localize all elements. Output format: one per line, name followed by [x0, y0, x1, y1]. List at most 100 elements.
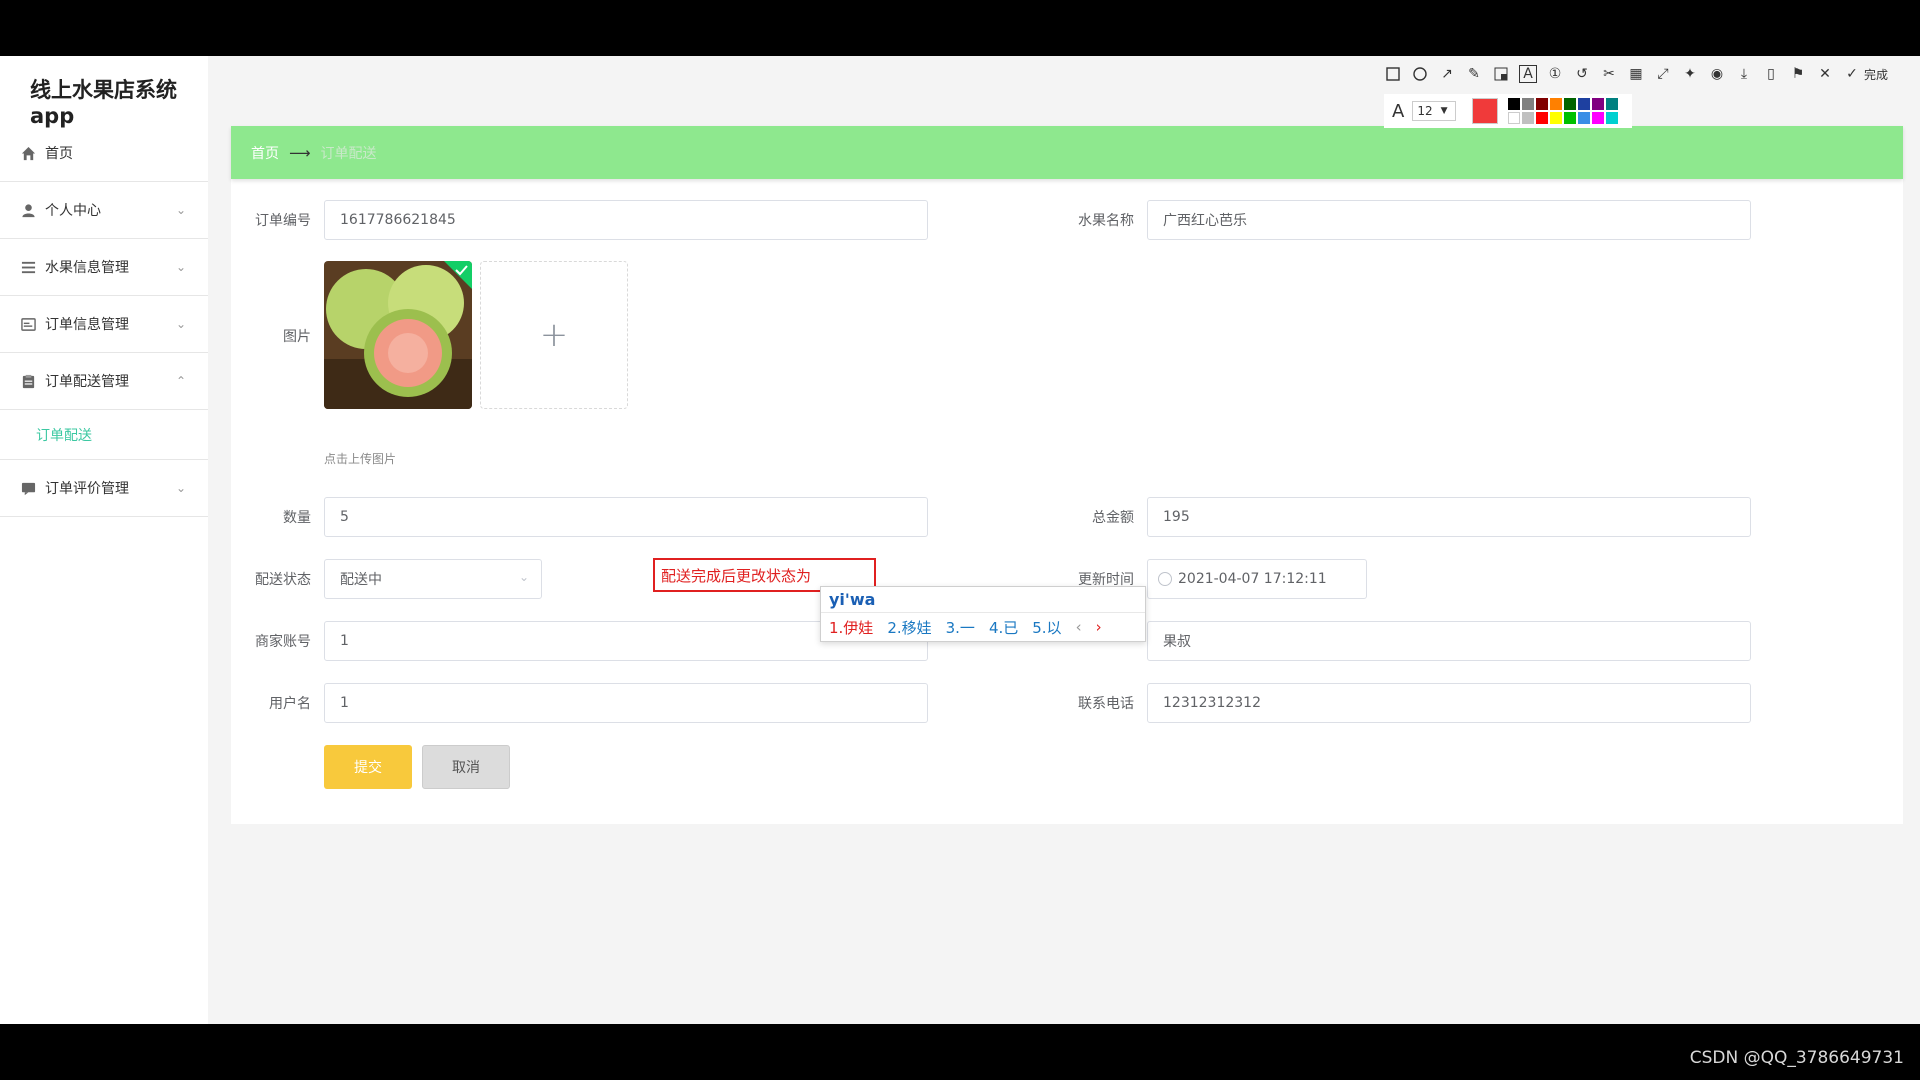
username-input[interactable]: 1: [324, 683, 928, 723]
color-swatch[interactable]: [1564, 112, 1577, 124]
clock-icon: [1158, 572, 1172, 586]
check-icon[interactable]: ✓: [1843, 65, 1861, 83]
font-size-select[interactable]: 12 ▼: [1412, 101, 1457, 121]
color-swatch[interactable]: [1536, 112, 1549, 124]
sidebar-subitem-label: 订单配送: [36, 427, 92, 444]
phone-input[interactable]: 12312312312: [1147, 683, 1751, 723]
rectangle-icon[interactable]: [1384, 65, 1402, 83]
ime-candidate[interactable]: 1.伊娃: [829, 617, 873, 638]
color-swatch[interactable]: [1536, 98, 1549, 110]
color-swatch[interactable]: [1550, 98, 1563, 110]
done-button[interactable]: 完成: [1864, 66, 1888, 83]
color-swatch[interactable]: [1592, 112, 1605, 124]
number-icon[interactable]: ①: [1546, 65, 1564, 83]
sidebar-item-home[interactable]: 首页: [0, 125, 208, 182]
screenshot-toolbar: ↗ ✎ A ① ↺ ✂ ▦ ⤢ ✦ ◉ ⤓ ▯ ⚑ ✕ ✓ 完成 A 12 ▼: [1384, 56, 1920, 148]
color-swatch[interactable]: [1508, 112, 1521, 124]
color-swatch[interactable]: [1578, 98, 1591, 110]
order-no-label: 订单编号: [255, 213, 311, 229]
download-icon[interactable]: ⤓: [1735, 65, 1753, 83]
sidebar-item-review[interactable]: 订单评价管理 ⌄: [0, 460, 208, 517]
clipboard-icon: [20, 373, 36, 389]
sidebar-item-order[interactable]: 订单信息管理 ⌄: [0, 296, 208, 353]
phone-icon[interactable]: ▯: [1762, 65, 1780, 83]
sidebar-item-delivery[interactable]: 订单配送管理 ⌃: [0, 353, 208, 410]
merchant-name-input[interactable]: 果叔: [1147, 621, 1751, 661]
comment-icon: [20, 480, 36, 496]
sidebar: 线上水果店系统app 首页 个人中心 ⌄ 水果信息管理 ⌄ 订单信息管理 ⌄ 订…: [0, 56, 208, 1024]
image-upload-button[interactable]: +: [480, 261, 628, 409]
color-swatch[interactable]: [1508, 98, 1521, 110]
sidebar-item-label: 订单配送管理: [45, 374, 129, 390]
color-swatch[interactable]: [1606, 98, 1619, 110]
font-size-value: 12: [1417, 104, 1433, 118]
sidebar-item-fruit[interactable]: 水果信息管理 ⌄: [0, 239, 208, 296]
color-swatch[interactable]: [1578, 112, 1591, 124]
circle-icon[interactable]: [1411, 65, 1429, 83]
chevron-down-icon: ⌄: [175, 481, 186, 495]
close-icon[interactable]: ✕: [1816, 65, 1834, 83]
sidebar-menu: 首页 个人中心 ⌄ 水果信息管理 ⌄ 订单信息管理 ⌄ 订单配送管理 ⌃ 订单配…: [0, 125, 208, 517]
ime-candidate[interactable]: 2.移娃: [887, 617, 931, 638]
order-icon: [20, 316, 36, 332]
order-no-input[interactable]: 1617786621845: [324, 200, 928, 240]
ime-candidate[interactable]: 3.一: [946, 617, 975, 638]
ime-prev-page-icon[interactable]: ‹: [1076, 618, 1082, 636]
color-swatch[interactable]: [1564, 98, 1577, 110]
bookmark-icon[interactable]: ⚑: [1789, 65, 1807, 83]
current-color-swatch[interactable]: [1472, 98, 1499, 124]
phone-label: 联系电话: [1078, 696, 1134, 712]
color-swatch[interactable]: [1550, 112, 1563, 124]
translate-icon[interactable]: ▦: [1627, 65, 1645, 83]
total-input[interactable]: 195: [1147, 497, 1751, 537]
pin-icon[interactable]: ✦: [1681, 65, 1699, 83]
sidebar-item-profile[interactable]: 个人中心 ⌄: [0, 182, 208, 239]
ime-candidate-window: yi'wa 1.伊娃 2.移娃 3.一 4.已 5.以 ‹ ›: [820, 586, 1146, 642]
fruit-name-label: 水果名称: [1078, 213, 1134, 229]
color-palette: [1508, 98, 1619, 124]
chevron-down-icon: ⌄: [518, 570, 529, 584]
cancel-button[interactable]: 取消: [422, 745, 510, 789]
breadcrumb-home[interactable]: 首页: [251, 143, 279, 163]
submit-button[interactable]: 提交: [324, 745, 412, 789]
expand-icon[interactable]: ⤢: [1654, 65, 1672, 83]
app-window: 线上水果店系统app 首页 个人中心 ⌄ 水果信息管理 ⌄ 订单信息管理 ⌄ 订…: [0, 56, 1920, 1024]
merchant-acct-label: 商家账号: [255, 634, 311, 650]
color-swatch[interactable]: [1522, 112, 1535, 124]
ime-candidates: 1.伊娃 2.移娃 3.一 4.已 5.以 ‹ ›: [821, 613, 1145, 641]
sidebar-item-label: 个人中心: [45, 203, 101, 219]
scissors-icon[interactable]: ✂: [1600, 65, 1618, 83]
main-content: 首页 ⟶ 订单配送 订单编号 1617786621845 水果名称 广西红心芭乐…: [231, 126, 1903, 824]
breadcrumb-current: 订单配送: [320, 145, 377, 162]
undo-icon[interactable]: ↺: [1573, 65, 1591, 83]
color-swatch[interactable]: [1592, 98, 1605, 110]
sidebar-item-label: 订单信息管理: [45, 317, 129, 333]
arrow-icon[interactable]: ↗: [1438, 65, 1456, 83]
fruit-image: [324, 261, 472, 409]
watermark: CSDN @QQ_3786649731: [1689, 1048, 1904, 1068]
update-time-value: 2021-04-07 17:12:11: [1178, 571, 1327, 587]
plus-icon: +: [539, 315, 569, 355]
qty-input[interactable]: 5: [324, 497, 928, 537]
fruit-name-input[interactable]: 广西红心芭乐: [1147, 200, 1751, 240]
chevron-down-icon: ⌄: [175, 203, 186, 217]
font-icon: A: [1392, 100, 1405, 122]
mosaic-icon[interactable]: [1492, 65, 1510, 83]
chevron-up-icon: ⌃: [175, 374, 186, 388]
record-icon[interactable]: ◉: [1708, 65, 1726, 83]
pencil-icon[interactable]: ✎: [1465, 65, 1483, 83]
ime-candidate[interactable]: 4.已: [989, 617, 1018, 638]
color-swatch[interactable]: [1606, 112, 1619, 124]
ime-candidate[interactable]: 5.以: [1032, 617, 1061, 638]
status-select[interactable]: 配送中 ⌄: [324, 559, 542, 599]
list-icon: [20, 259, 36, 275]
update-time-input[interactable]: 2021-04-07 17:12:11: [1147, 559, 1367, 599]
upload-hint: 点击上传图片: [324, 452, 397, 466]
sidebar-subitem-delivery[interactable]: 订单配送: [0, 410, 208, 460]
toolbar-text-options: A 12 ▼: [1384, 94, 1632, 128]
sidebar-item-label: 水果信息管理: [45, 260, 129, 276]
color-swatch[interactable]: [1522, 98, 1535, 110]
text-icon[interactable]: A: [1519, 65, 1537, 83]
ime-next-page-icon[interactable]: ›: [1096, 618, 1102, 636]
home-icon: [20, 145, 36, 161]
